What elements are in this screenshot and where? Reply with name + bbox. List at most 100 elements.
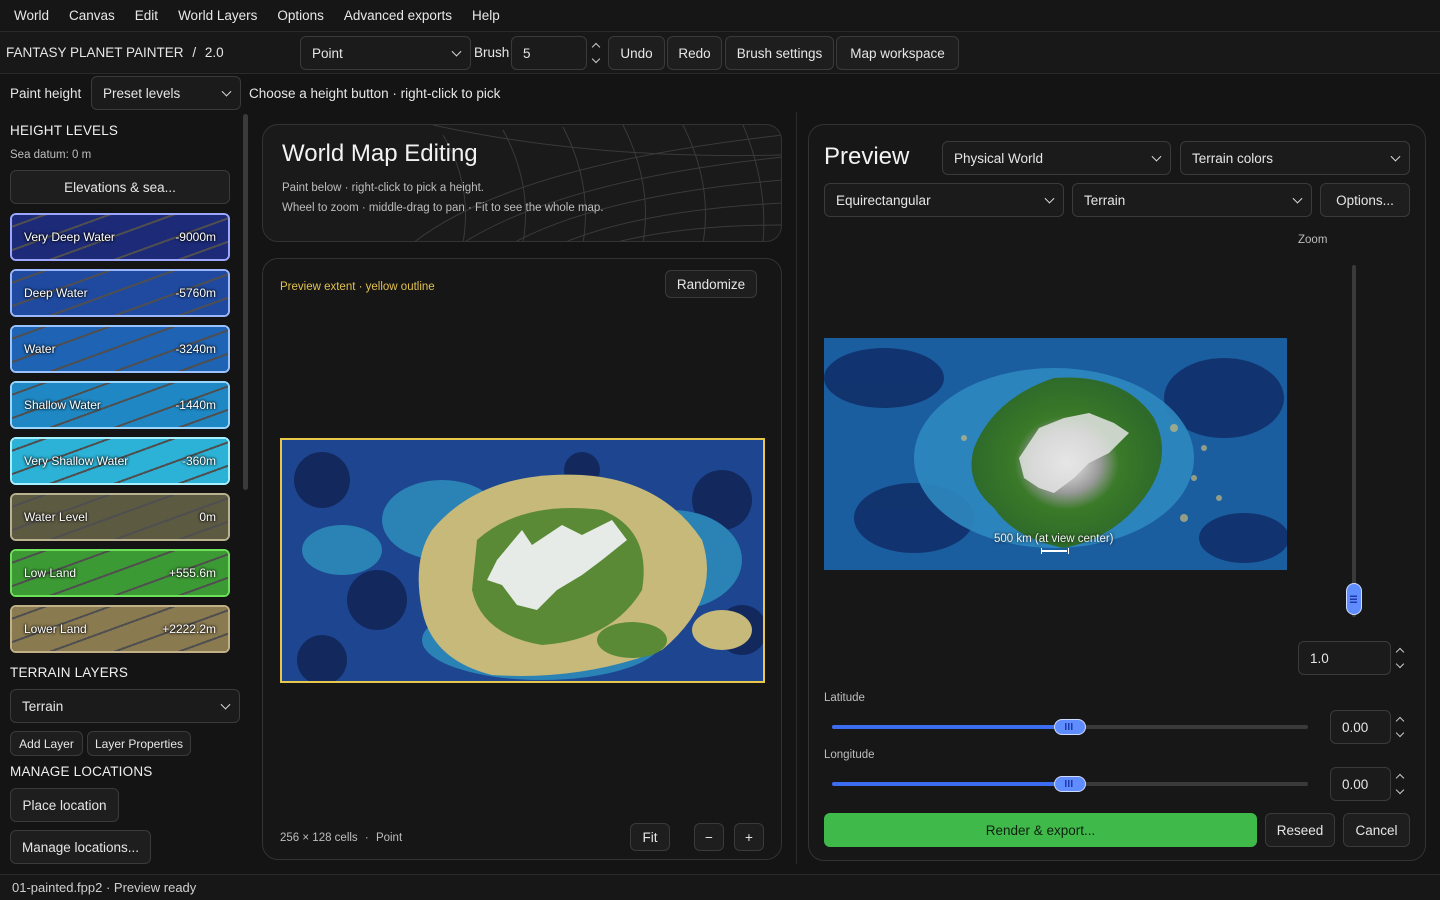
add-layer-button[interactable]: Add Layer (10, 731, 83, 756)
latitude-value: 0.00 (1342, 719, 1369, 735)
longitude-slider-fill (832, 782, 1070, 786)
layer-properties-button[interactable]: Layer Properties (87, 731, 191, 756)
randomize-button[interactable]: Randomize (665, 270, 757, 298)
world-select-value: Physical World (954, 150, 1044, 166)
zoom-input[interactable]: 1.0 (1298, 641, 1391, 675)
longitude-input[interactable]: 0.00 (1330, 767, 1391, 801)
height-level-button[interactable]: Deep Water -5760m (10, 269, 230, 317)
longitude-stepper[interactable] (1394, 771, 1406, 797)
preview-layer-select[interactable]: Terrain (1072, 183, 1312, 217)
fit-button[interactable]: Fit (630, 823, 670, 851)
paint-canvas[interactable] (280, 438, 765, 683)
latitude-slider-thumb[interactable] (1054, 719, 1086, 735)
chevron-down-icon (1292, 193, 1303, 204)
height-level-button[interactable]: Low Land +555.6m (10, 549, 230, 597)
tool-select[interactable]: Point (300, 36, 471, 70)
menu-options[interactable]: Options (277, 8, 324, 23)
sidebar-scrollbar[interactable] (243, 114, 248, 490)
editor-header-card: World Map Editing Paint below · right-cl… (262, 124, 782, 242)
height-level-button[interactable]: Shallow Water -1440m (10, 381, 230, 429)
chevron-down-icon (220, 699, 231, 710)
chevron-down-icon (451, 46, 462, 57)
level-name: Water Level (24, 510, 88, 524)
status-bar: 01-painted.fpp2 · Preview ready (0, 874, 1440, 900)
level-value: +555.6m (168, 566, 216, 580)
tool-select-value: Point (312, 45, 343, 61)
brush-settings-button[interactable]: Brush settings (725, 36, 834, 70)
zoom-in-button[interactable]: + (734, 823, 764, 851)
level-value: -360m (181, 454, 216, 468)
preview-map[interactable]: 500 km (at view center) (824, 338, 1287, 570)
editor-title: World Map Editing (282, 140, 478, 167)
level-value: -1440m (175, 398, 216, 412)
height-level-button[interactable]: Lower Land +2222.2m (10, 605, 230, 653)
level-name: Very Shallow Water (24, 454, 129, 468)
toolbar: FANTASY PLANET PAINTER / 2.0 Point Brush… (0, 32, 1440, 74)
preview-title: Preview (824, 143, 910, 170)
undo-button[interactable]: Undo (608, 36, 665, 70)
app-name: FANTASY PLANET PAINTER (6, 45, 184, 60)
brush-size-input[interactable]: 5 (511, 36, 587, 70)
render-export-button[interactable]: Render & export... (824, 813, 1257, 847)
longitude-value: 0.00 (1342, 776, 1369, 792)
color-scheme-select[interactable]: Terrain colors (1180, 141, 1410, 175)
projection-value: Equirectangular (836, 192, 931, 208)
projection-select[interactable]: Equirectangular (824, 183, 1064, 217)
color-scheme-value: Terrain colors (1192, 150, 1274, 166)
menu-advanced-exports[interactable]: Advanced exports (344, 8, 452, 23)
level-name: Shallow Water (24, 398, 101, 412)
longitude-label: Longitude (824, 749, 875, 761)
zoom-slider-track[interactable] (1352, 265, 1356, 617)
latitude-input[interactable]: 0.00 (1330, 710, 1391, 744)
zoom-value: 1.0 (1310, 650, 1329, 666)
level-name: Water (24, 342, 56, 356)
level-name: Lower Land (24, 622, 87, 636)
sea-datum: Sea datum: 0 m (10, 149, 92, 161)
height-level-button[interactable]: Water Level 0m (10, 493, 230, 541)
terrain-layer-select[interactable]: Terrain (10, 689, 240, 723)
redo-button[interactable]: Redo (667, 36, 722, 70)
level-name: Low Land (24, 566, 77, 580)
brush-label: Brush (474, 45, 510, 60)
app-version: 2.0 (204, 45, 224, 60)
latitude-label: Latitude (824, 692, 865, 704)
latitude-stepper[interactable] (1394, 714, 1406, 740)
menu-help[interactable]: Help (472, 8, 500, 23)
chevron-down-icon (1390, 151, 1401, 162)
app-title: FANTASY PLANET PAINTER / 2.0 (6, 45, 224, 60)
cancel-button[interactable]: Cancel (1343, 813, 1410, 847)
menu-world-layers[interactable]: World Layers (178, 8, 257, 23)
level-value: +2222.2m (162, 622, 216, 636)
zoom-slider-thumb[interactable] (1346, 583, 1362, 616)
grid-size: 256 × 128 cells (280, 832, 358, 844)
zoom-label: Zoom (1298, 234, 1328, 246)
height-level-button[interactable]: Very Deep Water -9000m (10, 213, 230, 261)
elevations-button[interactable]: Elevations & sea... (10, 170, 230, 204)
editor-hint-2: Wheel to zoom · middle-drag to pan · Fit… (282, 202, 604, 214)
menu-edit[interactable]: Edit (135, 8, 158, 23)
zoom-out-button[interactable]: − (694, 823, 724, 851)
zoom-stepper[interactable] (1394, 645, 1406, 671)
brush-size-value: 5 (523, 45, 531, 61)
menu-bar: World Canvas Edit World Layers Options A… (0, 0, 1440, 32)
brush-size-stepper[interactable] (590, 40, 602, 66)
menu-world[interactable]: World (14, 8, 49, 23)
paint-height-label: Paint height (10, 86, 82, 101)
grid-tool: Point (375, 832, 403, 844)
chevron-down-icon (221, 86, 232, 97)
world-select[interactable]: Physical World (942, 141, 1171, 175)
menu-canvas[interactable]: Canvas (69, 8, 115, 23)
height-level-button[interactable]: Water -3240m (10, 325, 230, 373)
preview-options-button[interactable]: Options... (1320, 183, 1410, 217)
longitude-slider-thumb[interactable] (1054, 776, 1086, 792)
height-level-button[interactable]: Very Shallow Water -360m (10, 437, 230, 485)
paint-mode-select[interactable]: Preset levels (91, 76, 241, 110)
grid-separator: · (364, 832, 369, 844)
manage-locations-button[interactable]: Manage locations... (10, 830, 151, 864)
map-workspace-button[interactable]: Map workspace (836, 36, 959, 70)
reseed-button[interactable]: Reseed (1265, 813, 1335, 847)
terrain-layers-title: TERRAIN LAYERS (10, 665, 129, 680)
scale-bar (1041, 548, 1069, 554)
level-value: -3240m (175, 342, 216, 356)
place-location-button[interactable]: Place location (10, 788, 119, 822)
